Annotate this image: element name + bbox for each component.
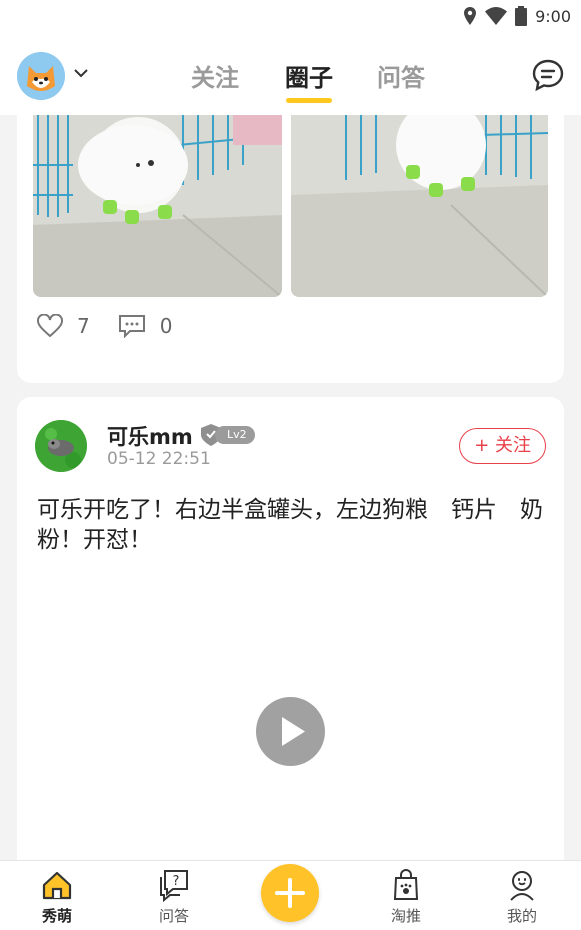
status-time: 9:00 [535,6,571,26]
play-icon [282,717,305,746]
username[interactable]: 可乐mm [107,421,193,451]
status-bar: 9:00 [0,0,581,36]
video-play-button[interactable] [256,697,325,766]
tab-following[interactable]: 关注 [191,58,239,93]
nav-label-profile: 我的 [506,907,537,925]
message-icon[interactable] [531,58,565,92]
level-badge: Lv2 [199,423,255,447]
post-actions: 7 0 [37,314,200,338]
svg-text:?: ? [173,874,180,889]
question-bubble-icon: ? [160,870,188,903]
comment-icon[interactable] [118,314,146,338]
post-card-previous: 7 0 [17,115,564,383]
user-avatar[interactable] [35,420,87,472]
like-count: 7 [77,314,90,338]
level-label: Lv2 [215,426,255,444]
location-icon [464,7,477,25]
battery-icon [515,6,528,26]
avatar[interactable] [17,52,65,100]
bottom-nav: 秀萌 ? 问答 淘推 我的 [0,860,581,930]
shiba-avatar-icon [17,52,65,100]
nav-item-qa[interactable]: ? 问答 [134,867,214,926]
create-post-button[interactable] [261,864,319,922]
comment-count: 0 [159,314,173,338]
post-text: 可乐开吃了！右边半盒罐头，左边狗粮 钙片 奶粉！开怼！ [37,497,543,553]
post-timestamp: 05-12 22:51 [107,449,211,469]
wifi-icon [485,7,508,25]
shopping-bag-icon [393,869,419,900]
nav-label-shop: 淘推 [390,907,421,925]
post-photo-right[interactable] [291,115,548,297]
follow-button[interactable]: + 关注 [459,428,546,464]
plus-icon [275,878,305,908]
chevron-down-icon[interactable] [72,64,90,82]
home-icon [42,871,72,900]
heart-icon[interactable] [37,314,63,338]
top-nav: 关注 圈子 问答 [0,36,581,115]
active-tab-indicator [286,98,332,103]
profile-icon [510,871,534,901]
nav-item-home[interactable]: 秀萌 [17,867,97,926]
post-card: 可乐mm Lv2 05-12 22:51 + 关注 可乐开吃了！右边半盒罐头，左… [17,397,564,860]
nav-item-profile[interactable]: 我的 [482,867,562,926]
nav-label-home: 秀萌 [41,907,72,925]
nav-label-qa: 问答 [158,907,189,925]
tab-circle[interactable]: 圈子 [285,58,333,93]
nav-item-shop[interactable]: 淘推 [366,867,446,926]
feed[interactable]: 7 0 可乐mm Lv2 05-12 22:51 + 关注 可乐开吃了！右边半盒… [0,115,581,860]
tab-qa[interactable]: 问答 [377,58,425,93]
post-photo-left[interactable] [33,115,282,297]
